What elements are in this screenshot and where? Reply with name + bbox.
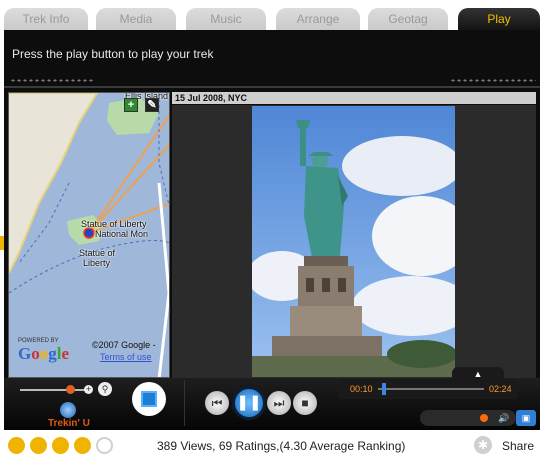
magnifier-icon[interactable]: ⚲ [98, 382, 112, 396]
play-pause-button[interactable]: ❚❚ [232, 386, 266, 420]
share-link[interactable]: Share [502, 439, 534, 453]
divider [4, 86, 540, 88]
map-add-icon[interactable]: + [124, 98, 138, 112]
rating-dot[interactable] [96, 437, 113, 454]
tab-arrange[interactable]: Arrange [276, 8, 360, 32]
speaker-icon[interactable]: 🔊 [496, 410, 512, 426]
tab-trek-info[interactable]: Trek Info [4, 8, 88, 32]
divider-dots [450, 79, 536, 82]
stats-text: 389 Views, 69 Ratings,(4.30 Average Rank… [157, 439, 406, 453]
map-label-liberty: Liberty [83, 258, 111, 268]
rating-dot[interactable] [52, 437, 69, 454]
google-logo: Google [18, 344, 70, 363]
forward-button[interactable]: ⏭ [267, 391, 291, 415]
controls-separator [184, 380, 185, 426]
photo-caption: 15 Jul 2008, NYC [172, 92, 536, 104]
map-label-national-mon: National Mon [95, 229, 149, 239]
progress-track[interactable] [378, 388, 484, 390]
tab-bar: Trek Info Media Music Arrange Geotag Pla… [0, 0, 544, 32]
progress-knob[interactable] [382, 383, 386, 395]
trekin-brand: Trekin' U [48, 418, 90, 429]
trekin-logo-globe [60, 402, 76, 418]
volume-knob[interactable] [480, 414, 488, 422]
map-panel[interactable]: Ellis Island Statue of Liberty National … [8, 92, 170, 378]
trek-player-page: Trek Info Media Music Arrange Geotag Pla… [0, 0, 544, 460]
share-icon[interactable]: ✱ [474, 436, 492, 454]
map-terms-link[interactable]: Terms of use [100, 352, 152, 362]
rating-dot[interactable] [8, 437, 25, 454]
statue-image [252, 106, 455, 377]
zoom-plus-icon[interactable]: + [84, 385, 93, 394]
fullscreen-icon[interactable]: ▣ [516, 410, 536, 426]
rating-dot[interactable] [74, 437, 91, 454]
statue-photo [252, 106, 455, 377]
zoom-slider-knob[interactable] [66, 385, 75, 394]
instruction-text: Press the play button to play your trek [12, 47, 214, 61]
time-elapsed: 00:10 [350, 384, 373, 394]
map-label-statue-of: Statue of [79, 248, 116, 258]
tab-music[interactable]: Music [186, 8, 266, 32]
map-label-statue-liberty: Statue of Liberty [81, 219, 147, 229]
time-total: 02:24 [489, 384, 512, 394]
map-edit-icon[interactable]: ✎ [145, 98, 159, 112]
map-copyright: ©2007 Google - [92, 340, 156, 350]
rewind-button[interactable]: ⏮ [205, 391, 229, 415]
zoom-slider-track[interactable] [20, 389, 86, 391]
tab-geotag[interactable]: Geotag [368, 8, 448, 32]
rating-dot[interactable] [30, 437, 47, 454]
stop-button[interactable]: ■ [293, 391, 317, 415]
side-handle[interactable] [0, 236, 4, 250]
divider-dots [10, 79, 94, 82]
pan-center-icon[interactable] [141, 391, 157, 407]
tab-media[interactable]: Media [96, 8, 176, 32]
tab-play[interactable]: Play [458, 8, 540, 32]
